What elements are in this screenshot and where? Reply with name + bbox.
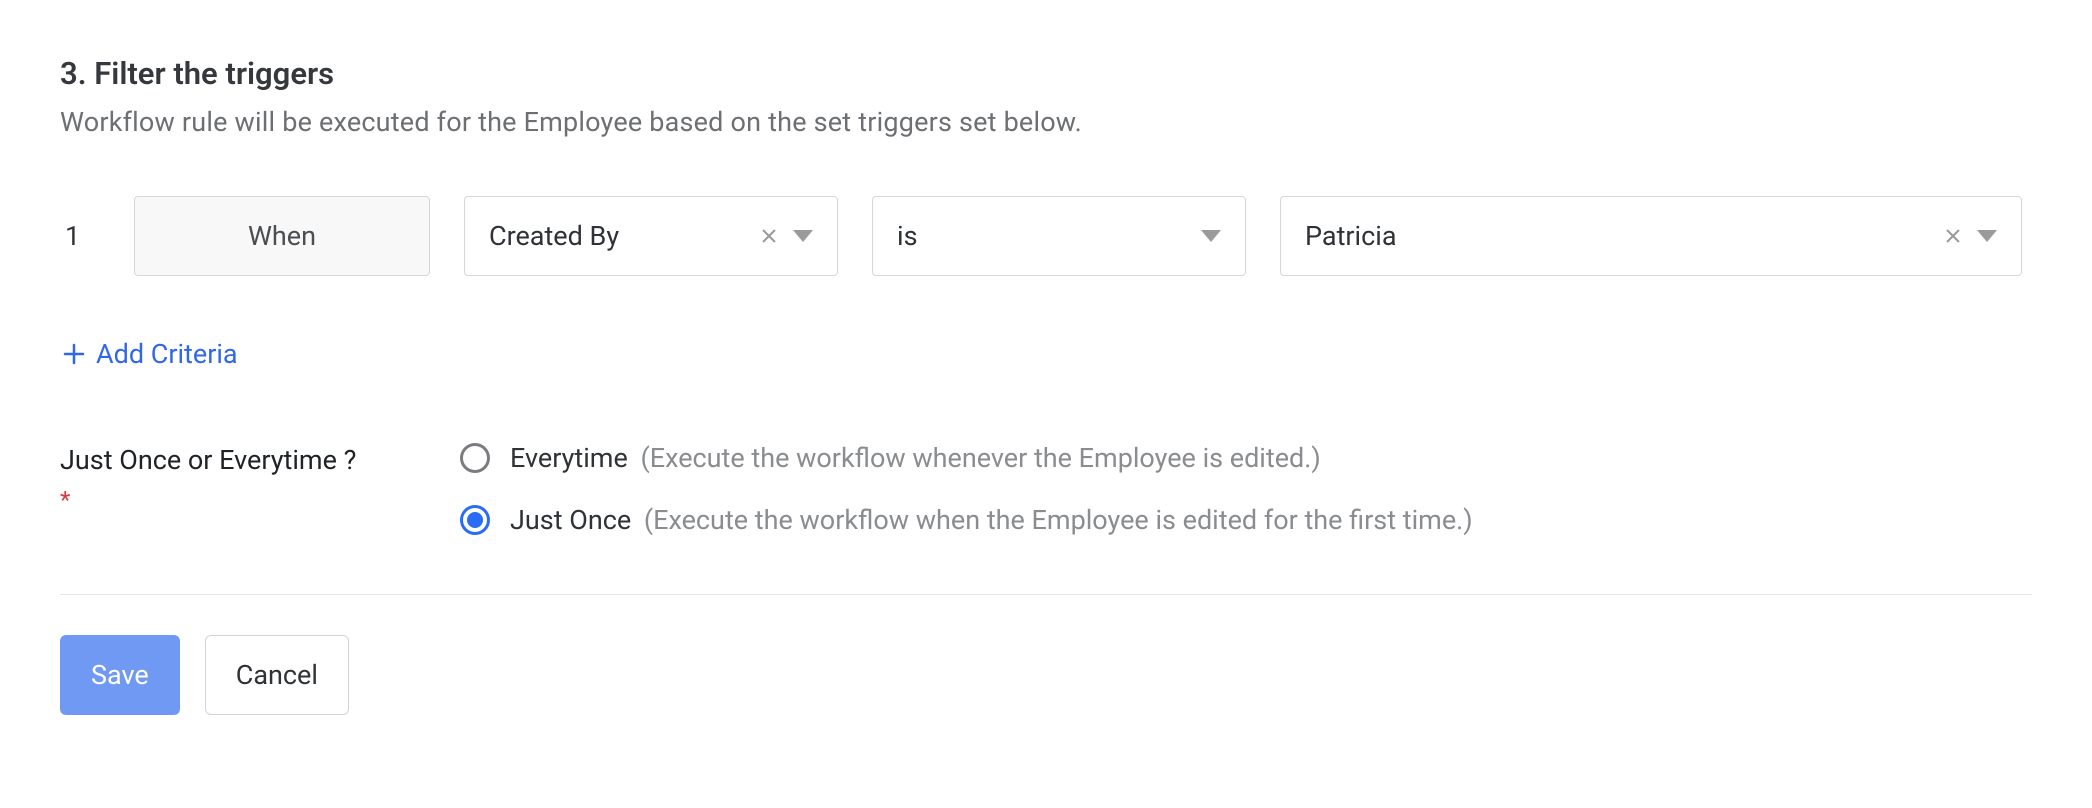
value-select-value: Patricia <box>1305 220 1943 252</box>
chevron-down-icon[interactable] <box>1201 230 1221 242</box>
required-indicator: * <box>60 486 460 514</box>
add-criteria-label: Add Criteria <box>96 338 238 370</box>
clear-value-icon[interactable] <box>1943 226 1963 246</box>
frequency-row: Just Once or Everytime ? * Everytime (Ex… <box>60 442 2032 536</box>
frequency-radio-group: Everytime (Execute the workflow whenever… <box>460 442 1473 536</box>
chevron-down-icon[interactable] <box>793 230 813 242</box>
divider <box>60 594 2032 595</box>
radio-just-once-hint: (Execute the workflow when the Employee … <box>644 504 1473 536</box>
field-select-value: Created By <box>489 220 759 252</box>
chevron-down-icon[interactable] <box>1977 230 1997 242</box>
radio-icon <box>460 443 490 473</box>
radio-just-once-label: Just Once <box>510 504 631 536</box>
radio-everytime-hint: (Execute the workflow whenever the Emplo… <box>641 442 1321 474</box>
form-actions: Save Cancel <box>60 635 2032 715</box>
section-description: Workflow rule will be executed for the E… <box>60 106 2032 138</box>
section-title: 3. Filter the triggers <box>60 55 2032 92</box>
add-criteria-button[interactable]: Add Criteria <box>62 338 238 370</box>
operator-select-value: is <box>897 220 1201 252</box>
cancel-button[interactable]: Cancel <box>205 635 349 715</box>
value-select[interactable]: Patricia <box>1280 196 2022 276</box>
radio-just-once[interactable]: Just Once (Execute the workflow when the… <box>460 504 1473 536</box>
operator-select[interactable]: is <box>872 196 1246 276</box>
when-label: When <box>248 220 316 252</box>
radio-everytime-label: Everytime <box>510 442 628 474</box>
field-select[interactable]: Created By <box>464 196 838 276</box>
criteria-index: 1 <box>60 220 100 252</box>
when-box: When <box>134 196 430 276</box>
save-button[interactable]: Save <box>60 635 180 715</box>
criteria-row: 1 When Created By is Patricia <box>60 196 2032 276</box>
plus-icon <box>62 342 86 366</box>
frequency-question: Just Once or Everytime ? <box>60 444 356 476</box>
radio-everytime[interactable]: Everytime (Execute the workflow whenever… <box>460 442 1473 474</box>
radio-icon <box>460 505 490 535</box>
clear-field-icon[interactable] <box>759 226 779 246</box>
